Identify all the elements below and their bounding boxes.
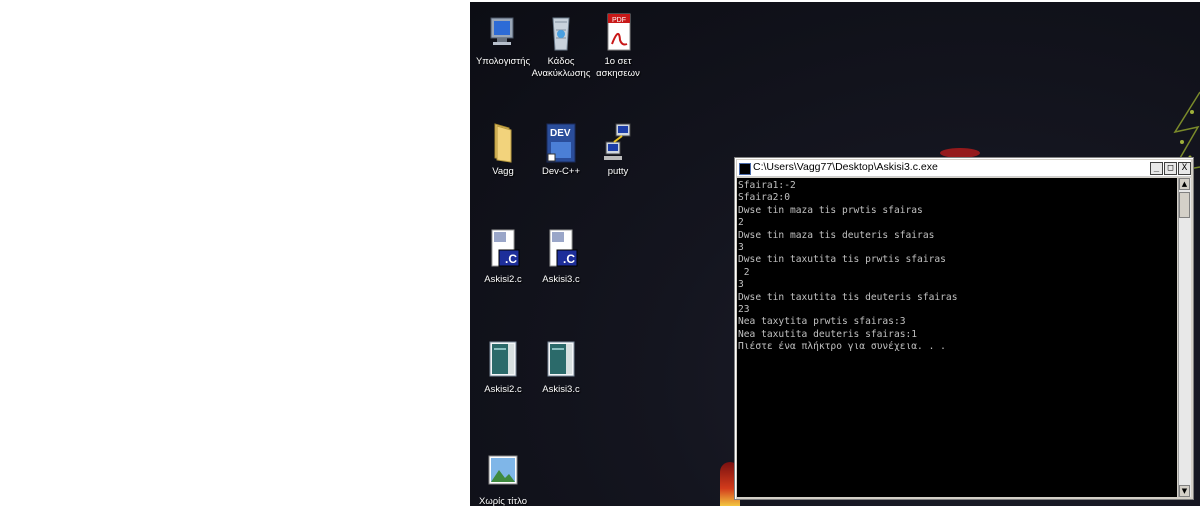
vertical-scrollbar[interactable]: ▲ ▼ <box>1178 178 1191 497</box>
desktop-icon-askisi2-source[interactable]: .C Askisi2.c <box>470 228 536 286</box>
console-output-area[interactable]: Sfaira1:-2 Sfaira2:0 Dwse tin maza tis p… <box>737 178 1177 497</box>
console-titlebar[interactable]: C:\Users\Vagg77\Desktop\Askisi3.c.exe _ … <box>737 160 1191 177</box>
close-button[interactable]: X <box>1178 162 1191 175</box>
desktop-icon-askisi2-file[interactable]: Askisi2.c <box>470 338 536 396</box>
console-window[interactable]: C:\Users\Vagg77\Desktop\Askisi3.c.exe _ … <box>734 157 1194 500</box>
desktop-icon-computer[interactable]: Υπολογιστής <box>470 10 536 68</box>
scrollbar-thumb[interactable] <box>1179 192 1190 218</box>
scroll-up-icon[interactable]: ▲ <box>1179 178 1190 190</box>
desktop-icon-vagg-folder[interactable]: Vagg <box>470 120 536 178</box>
computer-icon <box>483 10 523 54</box>
maximize-button[interactable]: □ <box>1164 162 1177 175</box>
console-app-icon[interactable] <box>739 163 751 175</box>
desktop-icon-putty[interactable]: putty <box>585 120 651 178</box>
desktop-icon-pdf[interactable]: PDF 1ο σετ ασκησεων <box>585 10 651 80</box>
c-file-icon <box>483 338 523 382</box>
c-source-icon: .C <box>483 228 523 272</box>
image-icon <box>483 450 523 494</box>
c-file-icon <box>541 338 581 382</box>
console-title: C:\Users\Vagg77\Desktop\Askisi3.c.exe <box>753 161 938 173</box>
devcpp-icon: DEV <box>541 120 581 164</box>
svg-text:.C: .C <box>505 252 517 266</box>
svg-text:PDF: PDF <box>612 17 626 24</box>
console-output-text: Sfaira1:-2 Sfaira2:0 Dwse tin maza tis p… <box>738 180 958 353</box>
desktop-icon-untitled-image[interactable]: Χωρίς τίτλο <box>470 450 536 506</box>
scroll-down-icon[interactable]: ▼ <box>1179 485 1190 497</box>
pdf-icon: PDF <box>598 10 638 54</box>
folder-icon <box>483 120 523 164</box>
c-source-icon: .C <box>541 228 581 272</box>
svg-text:.C: .C <box>563 252 575 266</box>
svg-text:DEV: DEV <box>550 128 571 139</box>
putty-icon <box>598 120 638 164</box>
minimize-button[interactable]: _ <box>1150 162 1163 175</box>
desktop-icon-askisi3-file[interactable]: Askisi3.c <box>528 338 594 396</box>
recycle-bin-icon <box>541 10 581 54</box>
desktop-icon-askisi3-source[interactable]: .C Askisi3.c <box>528 228 594 286</box>
